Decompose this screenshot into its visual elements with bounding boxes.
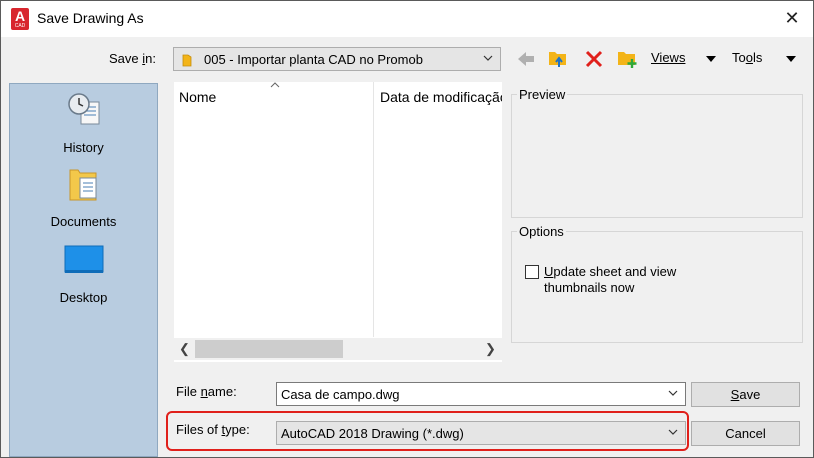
file-name-label: File name: [176,384,237,399]
documents-folder-icon [69,169,97,201]
save-button[interactable]: Save [691,382,800,407]
views-dropdown-arrow-icon[interactable] [706,56,716,62]
column-separator[interactable] [373,82,374,337]
options-title: Options [517,224,566,239]
update-thumbnails-checkbox[interactable] [525,265,539,279]
column-header-name[interactable]: Nome [179,89,216,105]
history-icon [68,93,100,125]
file-name-input[interactable]: Casa de campo.dwg [276,382,686,406]
up-one-level-icon[interactable] [547,47,569,69]
chevron-down-icon[interactable] [667,386,679,400]
close-icon[interactable]: ✕ [783,9,801,27]
update-thumbnails-label[interactable]: Update sheet and view thumbnails now [544,264,676,296]
autocad-app-icon: A CAD [11,8,29,30]
column-header-date[interactable]: Data de modificação [380,89,502,105]
sort-ascending-icon [270,82,280,88]
place-documents[interactable]: Documents [10,164,157,236]
save-in-label: Save in: [109,51,156,66]
create-new-folder-icon[interactable] [616,47,638,69]
save-in-dropdown[interactable]: 005 - Importar planta CAD no Promob [173,47,501,71]
highlight-annotation [166,411,689,451]
place-desktop[interactable]: Desktop [10,240,157,312]
chevron-down-icon [483,55,493,61]
preview-title: Preview [517,87,568,102]
delete-icon[interactable] [583,48,605,70]
places-bar: History Documents Desktop [9,83,158,457]
folder-icon [182,54,192,67]
desktop-icon [64,245,104,273]
options-group: Options Update sheet and view thumbnails… [511,224,803,343]
place-label: Desktop [59,290,108,305]
app-icon-sub: CAD [14,23,26,29]
place-label: History [63,140,104,155]
scrollbar-thumb[interactable] [195,340,343,358]
views-menu[interactable]: Views [651,50,685,65]
window-title: Save Drawing As [37,10,144,26]
back-arrow-icon[interactable] [515,48,537,70]
file-list[interactable]: Nome Data de modificação ❮ ❯ [174,82,502,362]
file-name-value: Casa de campo.dwg [281,387,400,402]
title-bar: A CAD Save Drawing As ✕ [1,1,813,37]
scroll-left-icon[interactable]: ❮ [179,341,190,357]
save-in-value: 005 - Importar planta CAD no Promob [204,52,423,67]
tools-dropdown-arrow-icon[interactable] [786,56,796,62]
horizontal-scrollbar[interactable]: ❮ ❯ [174,338,502,360]
column-header-date-clip: Data de modificação [380,82,502,337]
place-label: Documents [50,214,117,229]
app-icon-letter: A [14,8,26,24]
scroll-right-icon[interactable]: ❯ [485,341,496,357]
cancel-button[interactable]: Cancel [691,421,800,446]
preview-group: Preview [511,87,803,218]
save-drawing-dialog: A CAD Save Drawing As ✕ Save in: 005 - I… [0,0,814,458]
tools-menu[interactable]: Tools [732,50,762,65]
place-history[interactable]: History [10,90,157,162]
